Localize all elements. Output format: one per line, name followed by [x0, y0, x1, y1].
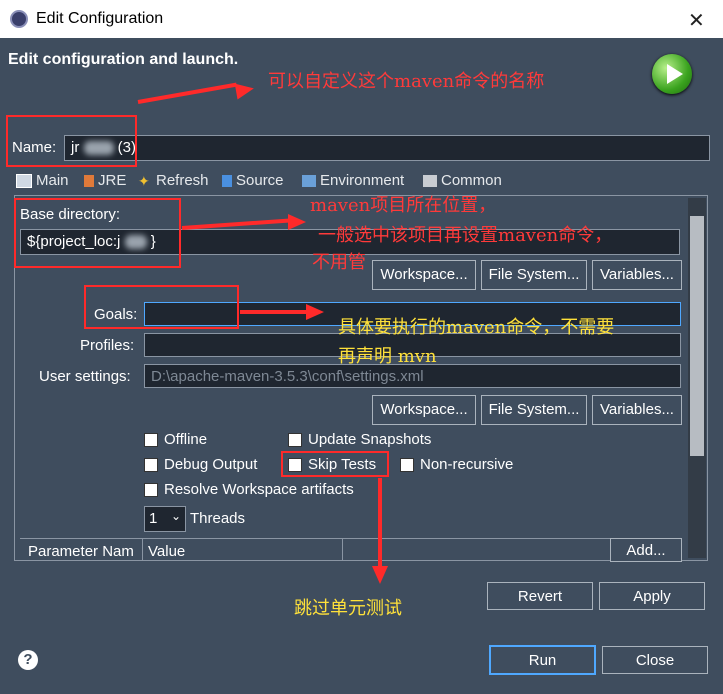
tab-main-label: Main	[36, 172, 69, 189]
file-system-button-2[interactable]: File System...	[481, 395, 587, 425]
update-snapshots-label: Update Snapshots	[308, 431, 432, 448]
tab-environment[interactable]: Environment	[302, 172, 404, 189]
tab-jre[interactable]: JRE	[84, 172, 126, 189]
name-highlight-box	[6, 115, 137, 167]
tab-main[interactable]: Main	[16, 172, 69, 189]
environment-tab-icon	[302, 174, 316, 187]
base-dir-annotation-line1: maven项目所在位置，	[310, 195, 497, 216]
debug-output-checkbox-box[interactable]	[144, 457, 158, 472]
run-button[interactable]: Run	[489, 645, 596, 675]
eclipse-icon	[10, 10, 28, 28]
source-tab-icon	[222, 174, 232, 187]
tab-common[interactable]: Common	[423, 172, 502, 189]
base-dir-annotation-line3: 不用管	[312, 252, 366, 273]
resolve-workspace-checkbox[interactable]: Resolve Workspace artifacts	[144, 481, 354, 498]
goals-annotation-line1: 具体要执行的maven命令，不需要	[338, 317, 615, 338]
base-directory-highlight-box	[14, 198, 181, 268]
offline-checkbox[interactable]: Offline	[144, 431, 207, 448]
tab-source[interactable]: Source	[222, 172, 284, 189]
debug-output-label: Debug Output	[164, 456, 258, 473]
debug-output-checkbox[interactable]: Debug Output	[144, 456, 257, 473]
skip-tests-arrow-head	[372, 566, 388, 584]
base-dir-arrow-head	[288, 214, 306, 230]
column-divider-2	[342, 539, 343, 561]
resolve-workspace-checkbox-box[interactable]	[144, 482, 158, 497]
resolve-workspace-label: Resolve Workspace artifacts	[164, 481, 354, 498]
tab-common-label: Common	[441, 172, 502, 189]
threads-label: Threads	[190, 510, 246, 527]
refresh-tab-icon: ✦	[138, 172, 150, 189]
update-snapshots-checkbox-box[interactable]	[288, 432, 302, 447]
skip-tests-annotation: 跳过单元测试	[294, 598, 402, 619]
variables-button-2[interactable]: Variables...	[592, 395, 682, 425]
file-system-button-1[interactable]: File System...	[481, 260, 587, 290]
non-recursive-checkbox-box[interactable]	[400, 457, 414, 472]
skip-tests-arrow-line	[378, 478, 382, 570]
parameter-table-header: Parameter Nam Value	[20, 538, 682, 561]
threads-value: 1	[149, 510, 158, 527]
non-recursive-checkbox[interactable]: Non-recursive	[400, 456, 513, 473]
workspace-button-2[interactable]: Workspace...	[372, 395, 476, 425]
parameter-name-column[interactable]: Parameter Nam	[28, 543, 134, 560]
jre-tab-icon	[84, 174, 94, 187]
name-arrow-head	[234, 80, 256, 100]
update-snapshots-checkbox[interactable]: Update Snapshots	[288, 431, 431, 448]
run-launch-icon	[652, 54, 692, 94]
variables-button-1[interactable]: Variables...	[592, 260, 682, 290]
name-input[interactable]: jr (3)	[64, 135, 710, 161]
offline-label: Offline	[164, 431, 208, 448]
add-parameter-button[interactable]: Add...	[610, 538, 682, 562]
profiles-label: Profiles:	[80, 337, 135, 354]
offline-checkbox-box[interactable]	[144, 432, 158, 447]
tab-source-label: Source	[236, 172, 284, 189]
common-tab-icon	[423, 174, 437, 187]
non-recursive-label: Non-recursive	[420, 456, 514, 473]
goals-arrow-line	[240, 310, 310, 314]
tab-jre-label: JRE	[98, 172, 127, 189]
window-title: Edit Configuration	[36, 10, 164, 27]
goals-annotation-line2: 再声明 mvn	[338, 346, 437, 367]
scrollbar-thumb[interactable]	[690, 216, 704, 456]
title-bar: Edit Configuration ✕	[0, 0, 723, 38]
name-annotation: 可以自定义这个maven命令的名称	[268, 71, 545, 92]
column-divider	[142, 539, 143, 561]
revert-button[interactable]: Revert	[487, 582, 593, 610]
close-button[interactable]: Close	[602, 646, 708, 674]
workspace-button-1[interactable]: Workspace...	[372, 260, 476, 290]
dialog-header-title: Edit configuration and launch.	[8, 51, 239, 68]
help-icon[interactable]: ?	[18, 650, 38, 670]
goals-arrow-head	[306, 304, 324, 320]
goals-highlight-box	[84, 285, 239, 329]
tab-refresh[interactable]: ✦ Refresh	[138, 172, 209, 189]
skip-tests-highlight-box	[281, 451, 389, 477]
chevron-down-icon: ⌄	[170, 509, 181, 523]
tab-environment-label: Environment	[320, 172, 405, 189]
base-dir-annotation-line2: 一般选中该项目再设置maven命令，	[318, 225, 613, 246]
user-settings-label: User settings:	[39, 368, 131, 385]
name-arrow-line	[137, 82, 237, 104]
close-icon[interactable]: ✕	[688, 8, 705, 33]
main-tab-icon	[16, 173, 32, 188]
tab-refresh-label: Refresh	[156, 172, 209, 189]
threads-select[interactable]: 1 ⌄	[144, 506, 186, 532]
apply-button[interactable]: Apply	[599, 582, 705, 610]
value-column[interactable]: Value	[148, 543, 185, 560]
